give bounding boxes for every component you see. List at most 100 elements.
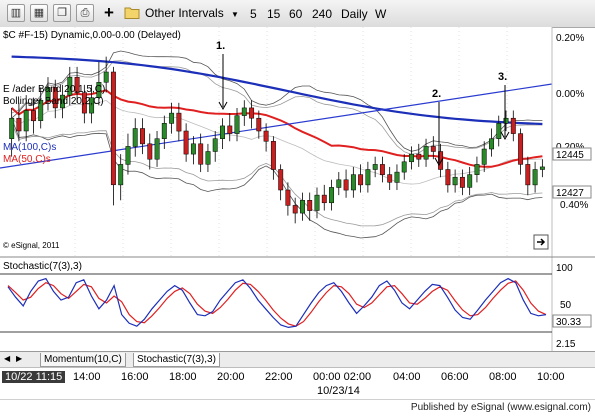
scroll-chart-icon[interactable] — [533, 234, 549, 250]
interval-60[interactable]: 60 — [289, 7, 302, 21]
price-badge-ma100-text: 12445 — [556, 150, 584, 161]
annotation-2: 2. — [432, 88, 441, 100]
interval-5[interactable]: 5 — [250, 7, 257, 21]
grid-button[interactable]: ▦ — [30, 4, 48, 22]
candle-body-31 — [234, 115, 240, 134]
candle-body-73 — [539, 166, 545, 170]
candle-body-19 — [147, 143, 153, 160]
candle-body-42 — [314, 194, 320, 211]
tab-scroll-right-icon[interactable]: ▶ — [16, 354, 22, 363]
price-pane — [0, 27, 552, 257]
candle-body-49 — [365, 169, 371, 186]
stoch-label-50: 50 — [560, 300, 572, 311]
legend-ma50: MA(50,C)s — [3, 154, 51, 165]
candle-body-63 — [467, 174, 473, 188]
candle-body-39 — [292, 205, 298, 214]
candle-body-60 — [445, 169, 451, 186]
candle-body-15 — [118, 164, 124, 186]
candle-body-51 — [379, 164, 385, 175]
legend-bollinger: Bollinger Band 20,2,C) — [3, 96, 104, 107]
symbol-title: $C #F-15) Dynamic,0.00-0.00 (Delayed) — [3, 30, 181, 41]
candle-body-13 — [103, 71, 109, 83]
candle-body-24 — [183, 130, 189, 155]
candle-body-72 — [532, 169, 538, 186]
candle-body-69 — [510, 117, 516, 134]
stoch-d-line — [7, 280, 547, 327]
print-button[interactable]: ⎙ — [76, 4, 94, 22]
candle-body-28 — [212, 138, 218, 152]
candle-body-35 — [263, 130, 269, 142]
candle-body-21 — [161, 123, 167, 139]
interval-15[interactable]: 15 — [267, 7, 280, 21]
candle-body-57 — [423, 146, 429, 160]
crosshair-cursor-icon[interactable]: + — [100, 4, 118, 22]
candle-body-17 — [132, 128, 138, 147]
candle-body-62 — [459, 176, 465, 188]
candle-body-67 — [496, 123, 502, 139]
candle-body-54 — [401, 161, 407, 173]
candle-body-18 — [140, 128, 145, 145]
chart-area[interactable]: 1. 2. 3. $C #F-15) Dynamic,0.00-0.00 (De… — [0, 27, 595, 373]
copy-button[interactable]: ❐ — [53, 4, 71, 22]
copyright-text: © eSignal, 2011 — [3, 241, 60, 250]
time-label-start: 10/22 11:15 — [2, 371, 66, 383]
candle-body-40 — [300, 200, 305, 214]
interval-weekly[interactable]: W — [375, 7, 386, 21]
time-label-1400: 14:00 — [73, 371, 101, 383]
candle-body-0 — [9, 117, 15, 139]
interval-menu[interactable]: Other Intervals ▼ — [145, 6, 239, 22]
candle-body-64 — [474, 164, 480, 175]
interval-daily[interactable]: Daily — [341, 7, 368, 21]
print-icon: ⎙ — [80, 7, 90, 19]
time-label-0600: 06:00 — [441, 371, 469, 383]
candle-body-33 — [249, 107, 255, 119]
candle-body-27 — [205, 151, 211, 165]
stochastic-title: Stochastic(7(3),3) — [3, 261, 82, 272]
time-label-1000: 10:00 — [537, 371, 565, 383]
price-badge-last-text: 12427 — [556, 188, 584, 199]
candle-body-70 — [518, 133, 524, 165]
candle-body-30 — [227, 125, 233, 134]
candle-body-55 — [409, 153, 414, 163]
candle-body-65 — [481, 148, 487, 165]
copy-icon: ❐ — [57, 7, 67, 19]
tab-scroll-left-icon[interactable]: ◀ — [4, 354, 10, 363]
chart-icon: ▥ — [10, 7, 22, 19]
time-label-1800: 18:00 — [169, 371, 197, 383]
candle-body-53 — [394, 171, 400, 183]
price-axis-label-1: 0.20% — [556, 33, 584, 44]
time-label-2200: 22:00 — [265, 371, 293, 383]
candle-body-44 — [329, 187, 334, 204]
stoch-badge-text: 30.33 — [556, 317, 581, 328]
folder-icon[interactable] — [124, 6, 140, 19]
candle-body-32 — [241, 107, 247, 116]
candle-body-68 — [503, 117, 509, 124]
stochastic-lines — [7, 277, 547, 329]
candle-body-45 — [336, 179, 342, 188]
chart-window-button[interactable]: ▥ — [7, 4, 25, 22]
interval-240[interactable]: 240 — [312, 7, 332, 21]
indicator-tabs: ◀ ▶ Momentum(10,C) Stochastic(7(3),3) — [0, 351, 595, 368]
candle-body-66 — [489, 138, 494, 150]
date-label: 10/23/14 — [317, 385, 360, 397]
candle-body-36 — [270, 141, 276, 170]
candle-body-47 — [350, 174, 356, 191]
time-label-0800: 08:00 — [489, 371, 517, 383]
candle-body-25 — [190, 143, 196, 155]
candle-body-26 — [198, 143, 204, 165]
stoch-label-low: 2.15 — [556, 339, 576, 350]
annotation-1: 1. — [216, 40, 225, 52]
annotation-3: 3. — [498, 71, 507, 83]
published-by-text: Published by eSignal (www.esignal.com) — [410, 402, 591, 413]
tab-stochastic[interactable]: Stochastic(7(3),3) — [133, 353, 220, 367]
candle-body-46 — [343, 179, 349, 191]
time-label-2000: 20:00 — [217, 371, 245, 383]
candle-body-56 — [416, 153, 422, 160]
tab-momentum[interactable]: Momentum(10,C) — [40, 353, 126, 367]
candle-body-43 — [321, 194, 327, 204]
candle-body-61 — [452, 176, 458, 186]
chart-svg[interactable]: 1. 2. 3. $C #F-15) Dynamic,0.00-0.00 (De… — [0, 27, 595, 351]
chevron-down-icon: ▼ — [231, 10, 239, 19]
candle-body-34 — [256, 117, 262, 132]
candle-body-22 — [169, 112, 175, 124]
